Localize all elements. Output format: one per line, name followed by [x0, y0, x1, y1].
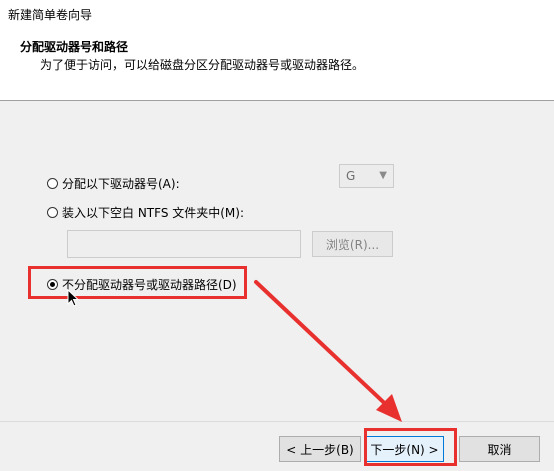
radio-assign-letter[interactable]: [47, 178, 58, 189]
highlight-box-next: [364, 428, 457, 466]
wizard-footer: < 上一步(B) 下一步(N) > 取消: [0, 421, 554, 471]
highlight-box-option: [28, 266, 247, 299]
radio-mount-folder[interactable]: [47, 207, 58, 218]
cancel-button[interactable]: 取消: [459, 436, 540, 462]
folder-path-input[interactable]: [67, 230, 301, 258]
option-mount-folder[interactable]: 装入以下空白 NTFS 文件夹中(M):: [47, 204, 244, 221]
drive-letter-select[interactable]: G ▼: [339, 164, 394, 188]
cursor-icon: [67, 289, 79, 307]
chevron-down-icon: ▼: [379, 170, 387, 181]
option-mount-folder-label: 装入以下空白 NTFS 文件夹中(M):: [62, 206, 245, 220]
back-button[interactable]: < 上一步(B): [279, 436, 361, 462]
option-assign-letter-label: 分配以下驱动器号(A):: [62, 177, 180, 191]
drive-letter-value: G: [346, 169, 356, 183]
browse-button[interactable]: 浏览(R)...: [312, 231, 393, 257]
window-title: 新建简单卷向导: [8, 8, 93, 22]
wizard-header: 分配驱动器号和路径 为了便于访问，可以给磁盘分区分配驱动器号或驱动器路径。: [0, 26, 554, 101]
page-subtitle: 为了便于访问，可以给磁盘分区分配驱动器号或驱动器路径。: [40, 58, 365, 72]
page-title: 分配驱动器号和路径: [20, 40, 129, 54]
wizard-content: 分配以下驱动器号(A): G ▼ 装入以下空白 NTFS 文件夹中(M): 浏览…: [0, 101, 554, 421]
title-bar: 新建简单卷向导: [0, 0, 554, 26]
wizard-window: 新建简单卷向导 分配驱动器号和路径 为了便于访问，可以给磁盘分区分配驱动器号或驱…: [0, 0, 554, 471]
option-assign-letter[interactable]: 分配以下驱动器号(A):: [47, 175, 180, 192]
